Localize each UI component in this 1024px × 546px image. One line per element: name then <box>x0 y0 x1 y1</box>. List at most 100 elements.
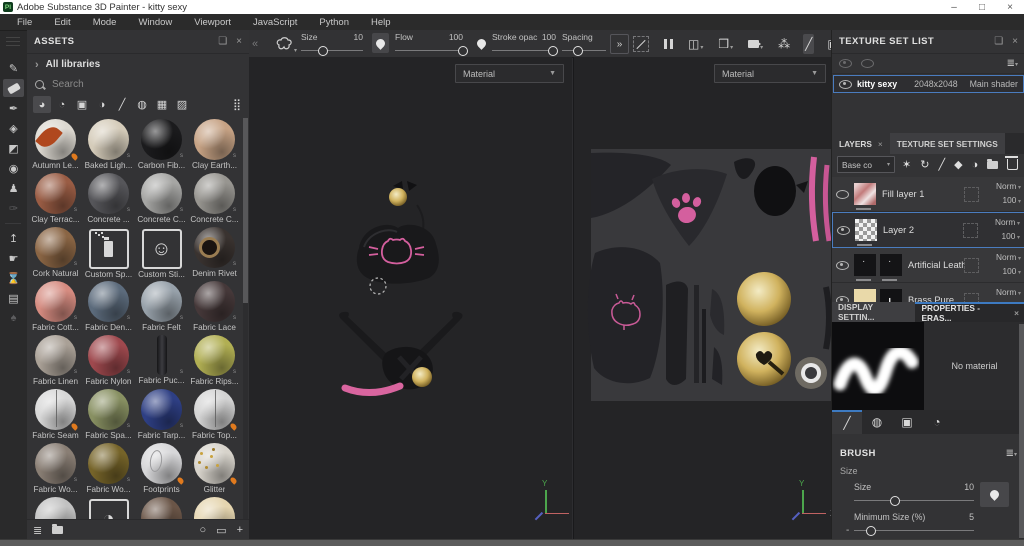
brush-preset-button[interactable] <box>372 33 389 53</box>
mirror-view-button[interactable]: ◫▾ <box>686 34 705 54</box>
brush-size-preset-button[interactable] <box>980 482 1009 507</box>
filter-smart-masks-icon[interactable]: ▣ <box>73 96 91 113</box>
asset-tile[interactable]: Cork Naturals <box>29 226 82 280</box>
asset-tile[interactable]: Footprints <box>135 442 188 496</box>
spacing-slider[interactable] <box>562 50 606 51</box>
layer-opacity[interactable]: 100 ▾ <box>983 230 1020 244</box>
tab-stencil[interactable]: ▣ <box>892 410 922 434</box>
filter-environments-icon[interactable]: ▨ <box>173 96 191 113</box>
refresh-assets-icon[interactable]: ○ <box>200 524 207 536</box>
add-fill-layer-icon[interactable]: ◆ <box>954 158 962 171</box>
mask-tool-icon[interactable]: ♠ <box>3 309 24 327</box>
add-effect-icon[interactable]: ✶ <box>902 158 911 171</box>
smudge-tool-icon[interactable]: ◩ <box>3 139 24 157</box>
tab-alpha[interactable]: ◍ <box>862 410 892 434</box>
collapse-toolbar-button[interactable]: « <box>252 30 258 57</box>
layer-blend-opacity[interactable]: Norm ▾100 ▾ <box>983 216 1020 244</box>
polygon-fill-tool-icon[interactable]: ◈ <box>3 119 24 137</box>
filter-filters-icon[interactable]: ◑ <box>93 96 111 113</box>
clone-tool-icon[interactable]: ◉ <box>3 159 24 177</box>
menu-window[interactable]: Window <box>127 17 183 28</box>
layer-opacity[interactable]: 100 ▾ <box>984 194 1021 208</box>
layer-visibility-icon[interactable] <box>836 190 849 199</box>
tab-layers[interactable]: LAYERS× <box>832 133 890 154</box>
minimum-size-slider[interactable]: - <box>854 530 974 531</box>
tab-texture-set-settings[interactable]: TEXTURE SET SETTINGS <box>890 133 1005 154</box>
particles-button[interactable]: ⁂ <box>776 34 792 54</box>
layer-opacity[interactable]: 100 ▾ <box>984 265 1021 279</box>
undock-icon[interactable]: ❏ <box>994 36 1003 47</box>
layer-visibility-icon[interactable] <box>836 261 849 270</box>
asset-tile[interactable]: Clay Terrac...s <box>29 172 82 226</box>
asset-tile[interactable] <box>29 496 82 520</box>
minimize-button[interactable]: – <box>940 2 968 13</box>
particle-brush-tool-icon[interactable]: ✑ <box>3 199 24 217</box>
resources-tool-icon[interactable]: ▤ <box>3 289 24 307</box>
add-smart-material-icon[interactable]: ↻ <box>920 158 929 171</box>
tab-display-settings[interactable]: DISPLAY SETTIN... <box>832 302 915 322</box>
asset-tile[interactable]: Fabric Cott...s <box>29 280 82 334</box>
asset-tile[interactable]: Fabric Spa...s <box>82 388 135 442</box>
asset-tile[interactable]: Fabric Wo...s <box>29 442 82 496</box>
asset-tile[interactable]: Fabric Nylons <box>82 334 135 388</box>
asset-tile[interactable]: Fabric Laces <box>188 280 241 334</box>
layer-mask-slot[interactable] <box>964 293 979 303</box>
layer-mask-slot[interactable] <box>964 258 979 273</box>
texture-set-visibility-icon[interactable] <box>839 80 852 89</box>
asset-tile[interactable] <box>135 496 188 520</box>
layer-blend-opacity[interactable]: Norm ▾100 ▾ <box>984 286 1021 302</box>
flow-slider[interactable] <box>395 50 463 51</box>
menu-python[interactable]: Python <box>308 17 360 28</box>
stamp-tool-icon[interactable]: ♟ <box>3 179 24 197</box>
layer-mask-slot[interactable] <box>963 223 978 238</box>
asset-tile[interactable] <box>188 496 241 520</box>
filter-textures-icon[interactable]: ▦ <box>153 96 171 113</box>
asset-tile[interactable]: Fabric Top... <box>188 388 241 442</box>
menu-javascript[interactable]: JavaScript <box>242 17 308 28</box>
asset-tile[interactable]: Fabric Linens <box>29 334 82 388</box>
asset-folder-icon[interactable] <box>52 526 63 534</box>
menu-file[interactable]: File <box>6 17 43 28</box>
paint-tool-icon[interactable]: ✎ <box>3 59 24 77</box>
asset-tile[interactable]: Baked Ligh...s <box>82 118 135 172</box>
export-tool-icon[interactable]: ↥ <box>3 229 24 247</box>
show-all-icon[interactable] <box>839 59 852 68</box>
expand-toolbar-button[interactable]: » <box>610 34 629 54</box>
blend-mode[interactable]: Norm ▾ <box>984 180 1021 194</box>
filter-materials-icon[interactable]: ◕ <box>33 96 51 113</box>
brush-options-icon[interactable]: ≣▾ <box>1006 448 1017 459</box>
list-options-icon[interactable]: ≣▾ <box>1007 58 1018 69</box>
asset-tile[interactable]: ◕ <box>82 496 135 520</box>
asset-tile[interactable]: Autumn Le... <box>29 118 82 172</box>
layer-mask-slot[interactable] <box>964 187 979 202</box>
asset-tile[interactable]: Fabric Puc...s <box>135 334 188 388</box>
asset-tile[interactable]: Carbon Fib...s <box>135 118 188 172</box>
blend-mode[interactable]: Norm ▾ <box>984 286 1021 300</box>
viewport-2d[interactable]: Material▼ <box>573 57 832 540</box>
delete-layer-icon[interactable] <box>1007 159 1018 170</box>
tab-properties-eraser[interactable]: PROPERTIES - ERAS...× <box>915 302 1024 322</box>
asset-tile[interactable]: Fabric Rips...s <box>188 334 241 388</box>
hide-all-icon[interactable] <box>861 59 874 68</box>
asset-tile[interactable]: Denim Rivets <box>188 226 241 280</box>
add-assets-icon[interactable]: + <box>237 524 243 536</box>
menu-viewport[interactable]: Viewport <box>183 17 242 28</box>
menu-edit[interactable]: Edit <box>43 17 81 28</box>
blend-mode[interactable]: Norm ▾ <box>983 216 1020 230</box>
close-button[interactable]: × <box>996 2 1024 13</box>
maximize-button[interactable]: □ <box>968 2 996 13</box>
viewport-3d[interactable]: Material▼ <box>249 57 572 540</box>
layer-visibility-icon[interactable] <box>837 226 850 235</box>
layer-row[interactable]: Artificial LeatherNorm ▾100 ▾ <box>832 248 1024 283</box>
asset-tile[interactable]: Concrete C...s <box>188 172 241 226</box>
camera-mode-button[interactable]: ▾ <box>746 34 765 54</box>
asset-tile[interactable]: ☺Custom Sti... <box>135 226 188 280</box>
asset-tile[interactable]: Fabric Seam <box>29 388 82 442</box>
asset-tile[interactable]: Fabric Wo...s <box>82 442 135 496</box>
close-icon[interactable]: × <box>1012 36 1018 47</box>
stencil-shape-icon[interactable]: ▾ <box>275 30 297 57</box>
blend-mode[interactable]: Norm ▾ <box>984 251 1021 265</box>
brush-size-slider[interactable] <box>854 500 974 501</box>
perspective-mode-button[interactable]: ❒▾ <box>716 34 735 54</box>
add-paint-layer-icon[interactable]: ╱ <box>938 158 945 171</box>
